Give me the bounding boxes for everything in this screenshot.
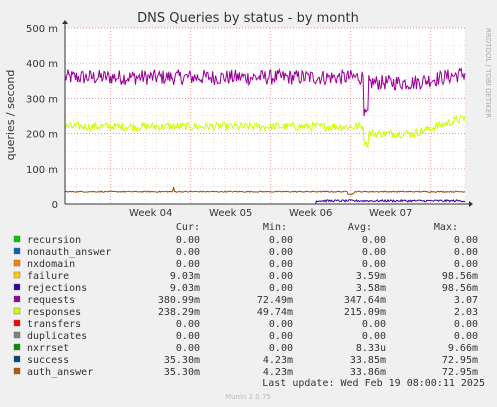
legend-label: rejections [27,283,87,294]
legend-min: 72.49m [257,295,293,306]
legend-max: 0.00 [454,331,478,342]
legend-max: 3.07 [454,295,478,306]
legend-swatch [13,295,21,303]
legend-max: 0.00 [454,235,478,246]
legend-min: 4.23m [263,355,293,366]
legend-avg: 33.86m [350,367,386,378]
y-ticks: 0 100 m 200 m 300 m 400 m 500 m [26,24,58,211]
legend-header-max: Max: [434,222,458,233]
legend-label: nonauth_answer [27,247,111,258]
legend-min: 0.00 [269,283,293,294]
legend-cur: 380.99m [158,295,200,306]
y-tick-label: 500 m [26,24,58,35]
legend-swatch [13,259,21,267]
legend-min: 0.00 [269,259,293,270]
legend-max: 9.66m [448,343,478,354]
legend-min: 0.00 [269,235,293,246]
legend-swatch [13,355,21,363]
legend-min: 0.00 [269,319,293,330]
x-ticks: Week 04 Week 05 Week 06 Week 07 [129,208,412,219]
chart: DNS Queries by status - by month queries… [4,11,492,401]
legend-cur: 35.30m [164,355,200,366]
legend-label: nxdomain [27,259,75,270]
x-axis-arrow [469,201,473,207]
x-tick-label: Week 05 [209,208,252,219]
legend-swatch [13,307,21,315]
legend: Cur: Min: Avg: Max: recursion 0.00 0.00 0.0… [13,222,478,378]
legend-cur: 0.00 [176,235,200,246]
legend-avg: 0.00 [362,235,386,246]
legend-min: 49.74m [257,307,293,318]
legend-min: 0.00 [269,247,293,258]
legend-swatch [13,283,21,291]
legend-avg: 347.64m [344,295,386,306]
legend-avg: 0.00 [362,259,386,270]
legend-max: 72.95m [442,355,478,366]
legend-label: nxrrset [27,343,69,354]
x-tick-label: Week 07 [369,208,412,219]
legend-cur: 0.00 [176,343,200,354]
legend-min: 0.00 [269,331,293,342]
y-tick-label: 200 m [26,130,58,141]
chart-title: DNS Queries by status - by month [137,11,359,26]
legend-max: 0.00 [454,247,478,258]
legend-cur: 35.30m [164,367,200,378]
legend-cur: 9.03m [170,283,200,294]
legend-min: 4.23m [263,367,293,378]
legend-swatch [13,343,21,351]
legend-avg: 3.58m [356,283,386,294]
legend-max: 98.56m [442,283,478,294]
legend-swatch [13,247,21,255]
legend-swatch [13,271,21,279]
legend-avg: 8.33u [356,343,386,354]
x-tick-label: Week 06 [289,208,332,219]
legend-avg: 33.85m [350,355,386,366]
legend-max: 2.03 [454,307,478,318]
legend-max: 0.00 [454,259,478,270]
legend-label: duplicates [27,331,87,342]
munin-version: Munin 2.0.75 [225,393,271,401]
y-tick-label: 300 m [26,94,58,105]
x-tick-label: Week 04 [129,208,172,219]
legend-header-min: Min: [263,222,287,233]
legend-label: transfers [27,319,81,330]
legend-swatch [13,331,21,339]
legend-avg: 0.00 [362,331,386,342]
legend-label: responses [27,307,81,318]
legend-avg: 215.09m [344,307,386,318]
y-tick-label: 400 m [26,59,58,70]
legend-swatch [13,367,21,375]
legend-label: auth_answer [27,367,93,378]
legend-label: failure [27,271,69,282]
y-axis-arrow [62,20,68,24]
legend-label: requests [27,295,75,306]
y-tick-label: 100 m [26,165,58,176]
legend-cur: 0.00 [176,331,200,342]
rrdtool-credit: RRDTOOL / TOBI OETIKER [484,28,492,118]
legend-avg: 0.00 [362,247,386,258]
legend-swatch [13,319,21,327]
y-axis-label: queries / second [4,70,17,161]
legend-max: 98.56m [442,271,478,282]
last-update: Last update: Wed Feb 19 08:00:11 2025 [262,378,485,389]
legend-header-cur: Cur: [176,222,200,233]
legend-min: 0.00 [269,343,293,354]
legend-cur: 0.00 [176,247,200,258]
legend-swatch [13,235,21,243]
y-tick-label: 0 [52,200,58,211]
legend-max: 72.95m [442,367,478,378]
legend-cur: 9.03m [170,271,200,282]
legend-avg: 3.59m [356,271,386,282]
legend-max: 0.00 [454,319,478,330]
legend-cur: 0.00 [176,259,200,270]
legend-header-avg: Avg: [348,222,372,233]
legend-cur: 238.29m [158,307,200,318]
legend-label: recursion [27,235,81,246]
legend-min: 0.00 [269,271,293,282]
legend-avg: 0.00 [362,319,386,330]
legend-label: success [27,355,69,366]
legend-cur: 0.00 [176,319,200,330]
